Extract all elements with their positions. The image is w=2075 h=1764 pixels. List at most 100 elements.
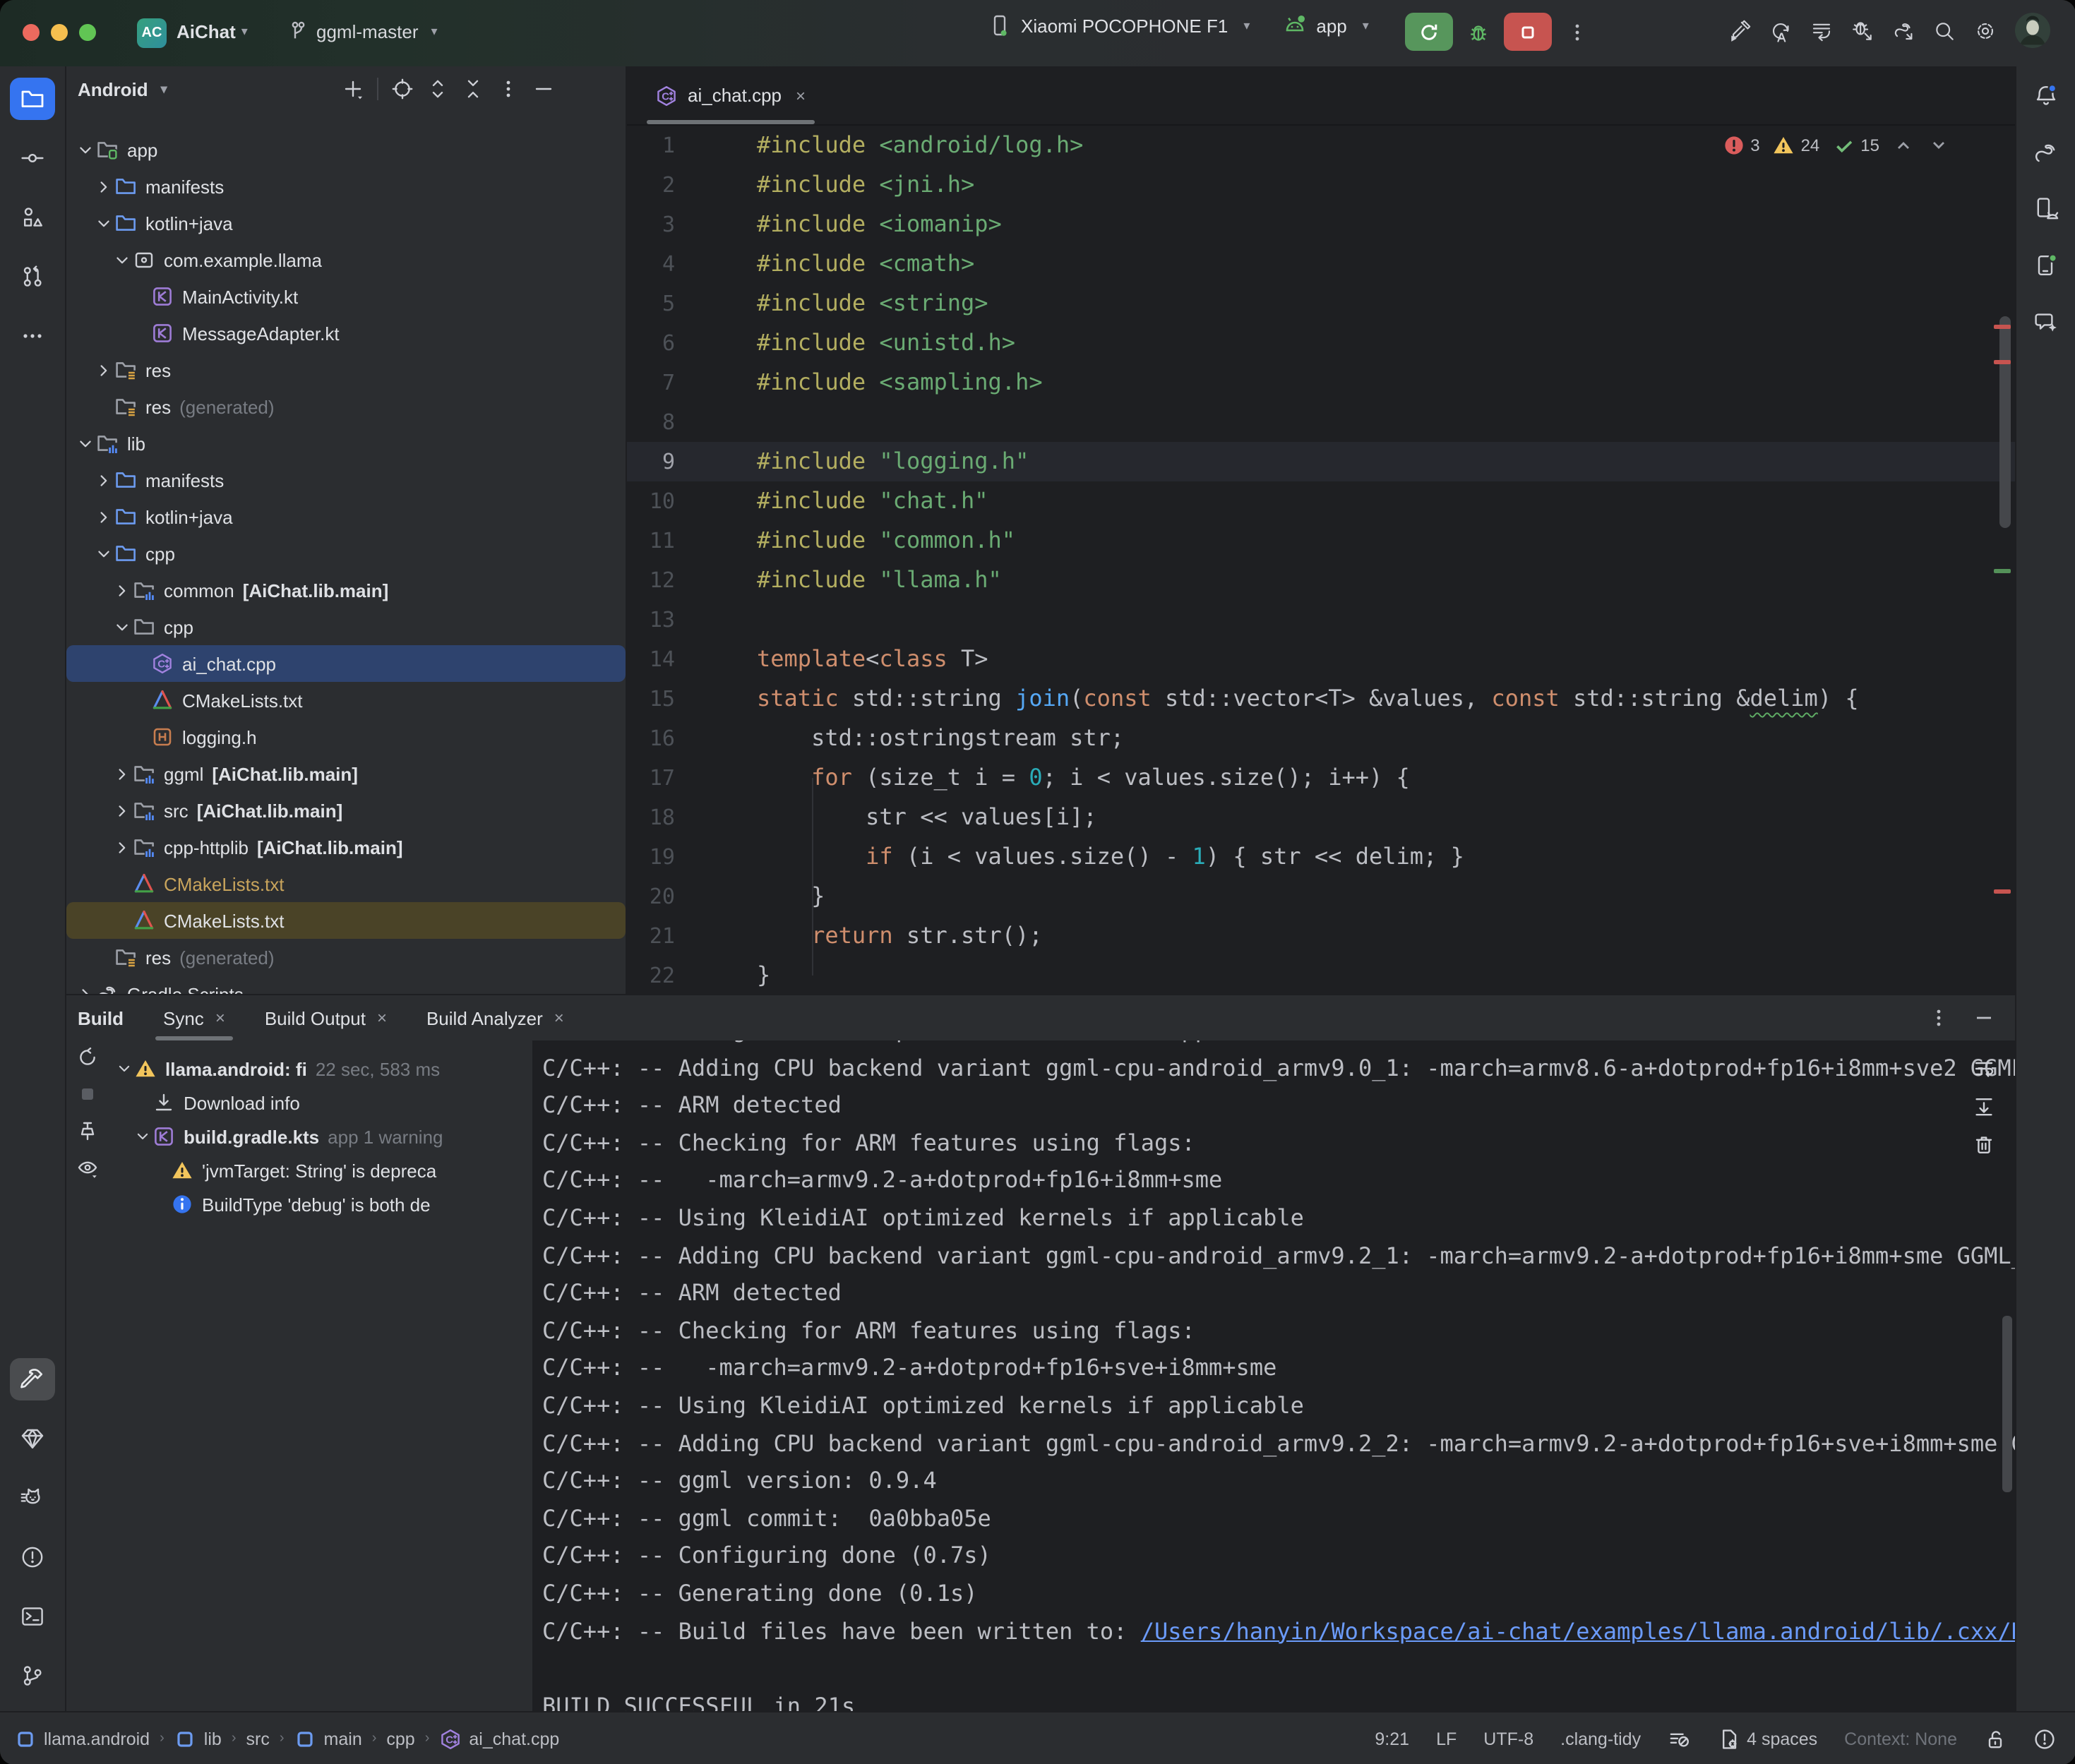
tree-item[interactable]: kotlin+java <box>66 205 626 241</box>
hide-panel-icon[interactable] <box>1973 1007 1995 1029</box>
problems-button[interactable] <box>10 1536 55 1578</box>
tree-item[interactable]: Cai_chat.cpp <box>66 645 626 682</box>
chevron-down-icon[interactable] <box>75 139 96 160</box>
breadcrumb-item[interactable]: lib <box>174 1727 222 1750</box>
tree-item[interactable]: Gradle Scripts <box>66 976 626 994</box>
editor-scrollbar-thumb[interactable] <box>1999 316 2011 528</box>
chevron-down-icon[interactable] <box>133 1127 153 1146</box>
scroll-to-end-button[interactable] <box>1973 1096 1995 1118</box>
chevron-right-icon[interactable] <box>93 176 114 197</box>
sync-project-button[interactable] <box>1769 19 1792 42</box>
gradle-sync-button[interactable] <box>1892 19 1915 42</box>
running-devices-button[interactable] <box>2023 244 2069 287</box>
rerun-sync-button[interactable] <box>76 1046 99 1069</box>
status-item[interactable]: 9:21 <box>1375 1729 1409 1748</box>
device-gem-button[interactable] <box>10 1417 55 1460</box>
error-stripe-mark[interactable] <box>1994 360 2011 364</box>
breadcrumb-item[interactable]: cpp <box>386 1729 414 1748</box>
pull-requests-button[interactable] <box>10 256 55 298</box>
settings-button[interactable] <box>1974 19 1997 42</box>
chevron-right-icon[interactable] <box>112 800 133 821</box>
status-item[interactable] <box>1668 1727 1690 1750</box>
error-stripe-mark[interactable] <box>1994 889 2011 894</box>
tree-item[interactable]: res <box>66 352 626 388</box>
more-horizontal-button[interactable] <box>10 315 55 357</box>
status-item[interactable] <box>2033 1727 2056 1750</box>
clear-all-button[interactable] <box>1973 1134 1995 1156</box>
error-stripe-mark[interactable] <box>1994 325 2011 329</box>
build-tab-build-output[interactable]: Build Output× <box>256 995 395 1040</box>
build-tree-item[interactable]: BuildType 'debug' is both de <box>109 1187 532 1221</box>
breadcrumb-item[interactable]: main <box>294 1727 362 1750</box>
window-minimize-button[interactable] <box>51 24 68 41</box>
chevron-right-icon[interactable] <box>75 983 96 994</box>
tree-item[interactable]: ggml[AiChat.lib.main] <box>66 755 626 792</box>
version-control-button[interactable] <box>10 1655 55 1697</box>
build-tab-sync[interactable]: Sync× <box>155 995 234 1040</box>
build-tree-item[interactable]: build.gradle.ktsapp 1 warning <box>109 1120 532 1153</box>
hide-button[interactable] <box>532 78 555 100</box>
tree-item[interactable]: CMakeLists.txt <box>66 902 626 939</box>
tree-item[interactable]: kotlin+java <box>66 498 626 535</box>
commit-button[interactable] <box>10 137 55 179</box>
build-hammer-tool-button[interactable] <box>10 1358 55 1400</box>
tree-item[interactable]: cpp <box>66 535 626 572</box>
tree-item[interactable]: MainActivity.kt <box>66 278 626 315</box>
logcat-button[interactable] <box>10 1477 55 1519</box>
more-vertical-icon[interactable] <box>1566 20 1589 43</box>
stop-disabled-button[interactable] <box>76 1083 99 1105</box>
status-item[interactable]: Context: None <box>1844 1729 1957 1748</box>
inspections-widget[interactable]: 3 24 15 <box>1722 134 1950 157</box>
filter-eye-button[interactable] <box>76 1156 99 1179</box>
tree-item[interactable]: MessageAdapter.kt <box>66 315 626 352</box>
tree-item[interactable]: common[AiChat.lib.main] <box>66 572 626 608</box>
build-tree-item[interactable]: Download info <box>109 1086 532 1120</box>
device-manager-button[interactable] <box>2023 188 2069 230</box>
build-log[interactable]: C/C++: -- Using KleidiAI optimized kerne… <box>532 1040 2015 1711</box>
chevron-right-icon[interactable] <box>93 359 114 380</box>
status-item[interactable]: .clang-tidy <box>1560 1729 1641 1748</box>
build-tree-item[interactable]: llama.android: fi22 sec, 583 ms <box>109 1052 532 1086</box>
tree-item[interactable]: CMakeLists.txt <box>66 682 626 719</box>
window-zoom-button[interactable] <box>79 24 96 41</box>
tree-item[interactable]: com.example.llama <box>66 241 626 278</box>
branch-selector[interactable]: ggml-master ▾ <box>287 20 438 42</box>
status-item[interactable] <box>1984 1727 2007 1750</box>
tab-close-icon[interactable]: × <box>215 1008 225 1028</box>
structure-button[interactable] <box>10 196 55 239</box>
chevron-right-icon[interactable] <box>93 506 114 527</box>
chevron-right-icon[interactable] <box>112 580 133 601</box>
tree-item[interactable]: manifests <box>66 462 626 498</box>
attach-debugger-button[interactable] <box>1851 19 1874 42</box>
tree-item[interactable]: src[AiChat.lib.main] <box>66 792 626 829</box>
build-hammer-button[interactable] <box>1728 19 1751 42</box>
log-scrollbar-thumb[interactable] <box>2002 1316 2012 1492</box>
locate-button[interactable] <box>391 78 414 100</box>
chevron-right-icon[interactable] <box>112 763 133 784</box>
chevron-down-icon[interactable] <box>112 616 133 637</box>
tree-item[interactable]: res(generated) <box>66 939 626 976</box>
rerun-button[interactable] <box>1405 13 1453 51</box>
more-vertical-icon[interactable] <box>1927 1007 1950 1029</box>
chevron-down-icon[interactable] <box>93 212 114 234</box>
project-view-selector[interactable]: Android ▾ <box>78 78 167 100</box>
device-selector[interactable]: Xiaomi POCOPHONE F1 ▾ app ▾ <box>988 14 1369 37</box>
tree-item[interactable]: lib <box>66 425 626 462</box>
tree-item[interactable]: cpp-httplib[AiChat.lib.main] <box>66 829 626 865</box>
tree-item[interactable]: CMakeLists.txt <box>66 865 626 902</box>
stop-button[interactable] <box>1504 13 1552 51</box>
chevron-down-icon[interactable] <box>75 433 96 454</box>
status-item[interactable]: UTF-8 <box>1483 1729 1533 1748</box>
code-viewport[interactable]: 1#include <android/log.h>2#include <jni.… <box>627 126 2015 994</box>
tree-item[interactable]: cpp <box>66 608 626 645</box>
status-item[interactable]: 4 spaces <box>1717 1727 1817 1750</box>
chevron-down-icon[interactable] <box>112 249 133 270</box>
chevron-down-icon[interactable] <box>114 1059 134 1079</box>
avatar[interactable] <box>2015 13 2050 48</box>
tree-item[interactable]: app <box>66 131 626 168</box>
add-button[interactable] <box>342 78 364 100</box>
build-tab-build-analyzer[interactable]: Build Analyzer× <box>418 995 573 1040</box>
status-item[interactable]: LF <box>1436 1729 1457 1748</box>
chevron-right-icon[interactable] <box>112 836 133 858</box>
expand-all-button[interactable] <box>426 78 449 100</box>
